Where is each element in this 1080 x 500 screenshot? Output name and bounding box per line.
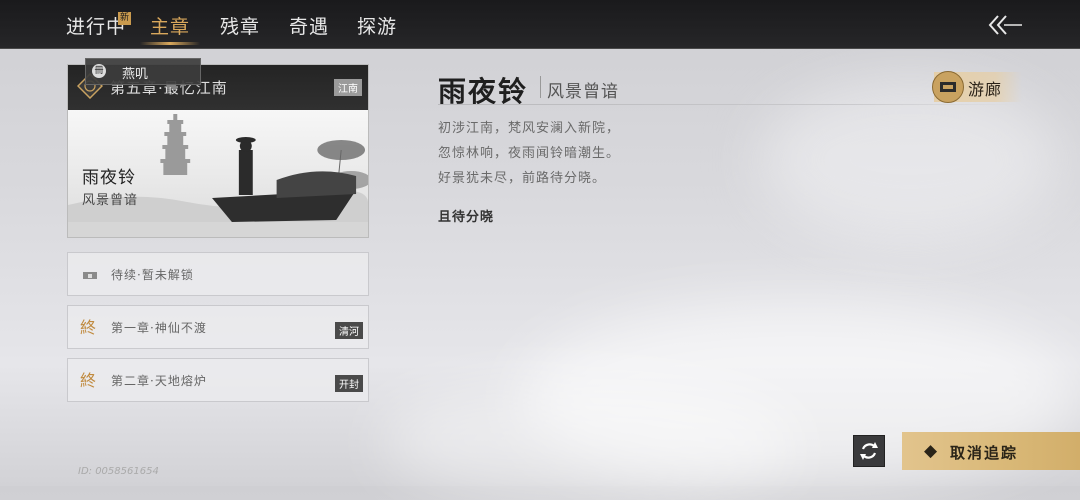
current-chapter-card[interactable]: 第五章·最忆江南 江南 雨夜铃 风景曾谙 [67,64,369,238]
new-badge: 新 [118,12,131,25]
card-story-subtitle: 风景曾谙 [82,193,139,208]
speaker-name: 燕叽 [122,67,149,82]
list-item-label: 待续·暂未解锁 [111,268,194,282]
refresh-icon [860,442,878,460]
player-id: ID: 0058561654 [78,466,159,477]
back-button[interactable] [986,12,1026,38]
speaker-tooltip: 冊 燕叽 [85,58,201,85]
gallery-button[interactable]: 游廊 [932,71,1022,103]
double-chevron-left-icon [988,15,1022,35]
card-story-title: 雨夜铃 [82,168,136,188]
chapter-seal-icon: 終 [80,318,97,337]
quest-objective: 且待分晓 [438,210,495,225]
region-tag: 清河 [335,322,363,339]
active-tab-indicator [140,42,200,45]
region-tag: 江南 [334,79,362,96]
list-item[interactable]: 終 第二章·天地熔炉 开封 [67,358,369,402]
tab-encounter[interactable]: 奇遇 [289,12,329,39]
tab-main-chapter[interactable]: 主章 [150,12,190,39]
tab-fragment-chapter[interactable]: 残章 [220,12,260,39]
title-divider [540,76,541,98]
refresh-button[interactable] [853,435,885,467]
list-item[interactable]: 待续·暂未解锁 [67,252,369,296]
description-line: 忽惊林响，夜雨闻铃暗潮生。 [438,146,621,161]
list-item-label: 第二章·天地熔炉 [111,374,207,388]
description-line: 初涉江南，梵风安澜入新院， [438,121,621,136]
title-underline [438,104,1018,105]
top-nav-bar: 进行中 新 主章 残章 奇遇 探游 [0,0,1080,49]
region-tag: 开封 [335,375,363,392]
description-line: 好景犹未尽，前路待分晓。 [438,171,607,186]
cancel-tracking-button[interactable]: ◆ 取消追踪 [902,432,1080,470]
speaker-icon: 冊 [92,64,106,78]
gallery-label: 游廊 [968,80,1003,99]
tab-in-progress[interactable]: 进行中 [66,12,126,39]
background-mist [380,380,800,500]
list-item[interactable]: 終 第一章·神仙不渡 清河 [67,305,369,349]
locked-icon [83,272,97,279]
cancel-tracking-label: 取消追踪 [950,444,1019,462]
tab-explore[interactable]: 探游 [357,12,397,39]
story-description: 初涉江南，梵风安澜入新院， 忽惊林响，夜雨闻铃暗潮生。 好景犹未尽，前路待分晓。 [438,116,620,191]
gallery-icon [932,71,964,103]
diamond-icon: ◆ [924,441,938,461]
list-item-label: 第一章·神仙不渡 [111,321,207,335]
story-subtitle: 风景曾谙 [547,82,619,102]
chapter-seal-icon: 終 [80,371,97,390]
